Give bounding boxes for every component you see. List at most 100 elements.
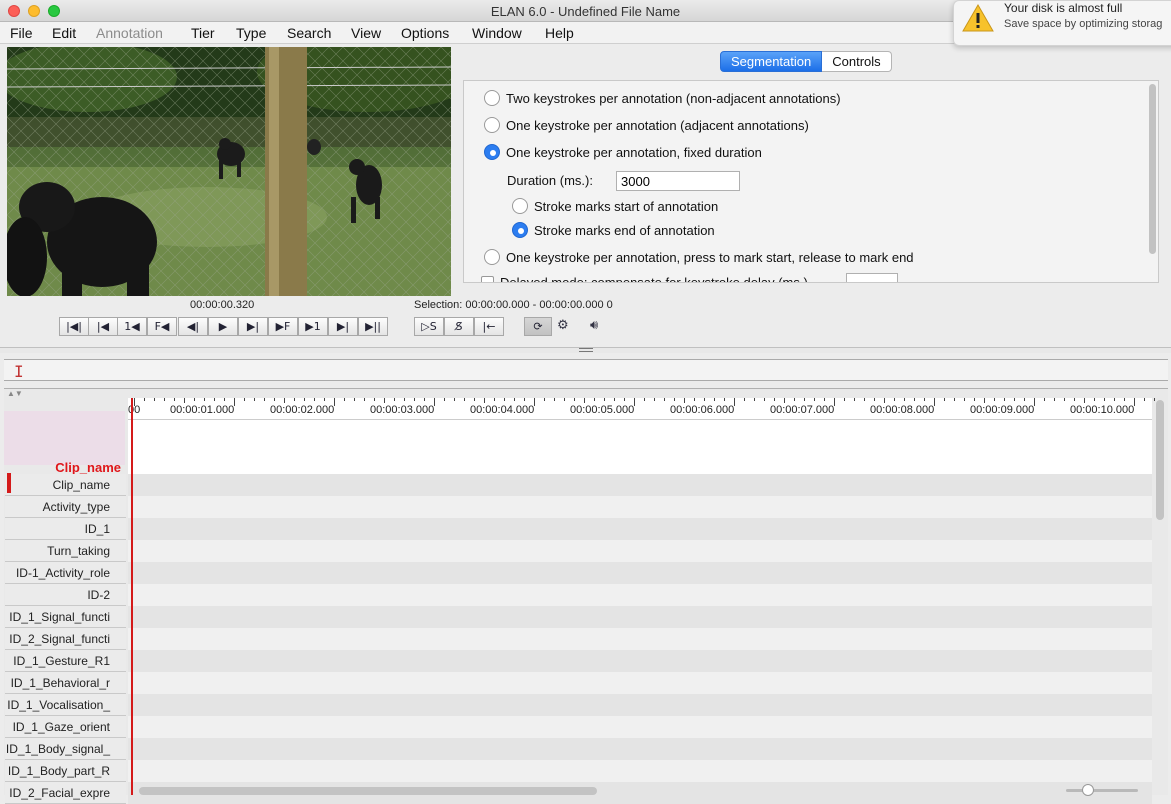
previous-annotation-button[interactable]: ◀| [178,317,208,336]
tier-track[interactable] [128,584,1152,606]
tier-track[interactable] [128,562,1152,584]
ruler-tick-mark [304,398,305,401]
loop-mode-icon[interactable]: ⟳ [524,317,552,336]
zoom-slider-knob[interactable] [1082,784,1094,796]
radio-press-release[interactable] [484,249,500,265]
ruler-tick-mark [1034,398,1035,406]
duration-label: Duration (ms.): [507,173,593,188]
tier-track[interactable] [128,694,1152,716]
timeline-vertical-scrollbar[interactable] [1156,400,1164,520]
tier-row[interactable]: ID_1 [4,518,1152,540]
tier-label: ID-1_Activity_role [15,566,110,580]
menu-annotation[interactable]: Annotation [96,25,163,41]
radio-stroke-start[interactable] [512,198,528,214]
previous-frame-step-button[interactable]: |◀ [88,317,118,336]
tier-track[interactable] [128,760,1152,782]
tier-row[interactable]: Activity_type [4,496,1152,518]
play-button[interactable]: ▶ [208,317,238,336]
menu-window[interactable]: Window [472,25,522,41]
ruler-tick-mark [1064,398,1065,401]
menu-edit[interactable]: Edit [52,25,76,41]
tier-track[interactable] [128,650,1152,672]
clear-selection-button[interactable]: S̸ [444,317,474,336]
ruler-tick-mark [194,398,195,401]
segmentation-scrollbar[interactable] [1149,84,1156,254]
next-annotation-button[interactable]: ▶| [238,317,268,336]
delay-ms-input[interactable] [846,273,898,282]
stroke-start-label: Stroke marks start of annotation [534,199,719,214]
ruler-tick-mark [784,398,785,403]
volume-icon[interactable]: 🔊︎ [590,318,598,333]
ruler-tick-mark [824,398,825,401]
time-ruler[interactable]: 00 00:00:01.000 00:00:02.000 00:00:03.000 00… [128,398,1155,420]
tab-segmentation[interactable]: Segmentation [720,51,823,72]
next-frame-button[interactable]: ▶| [328,317,358,336]
tier-row[interactable]: ID-1_Activity_role [4,562,1152,584]
selection-begin-button[interactable]: |← [474,317,504,336]
tier-track[interactable] [128,496,1152,518]
ruler-tick-mark [424,398,425,401]
active-tier-label-box[interactable]: Clip_name [4,411,125,475]
ruler-tick-mark [284,398,285,403]
signal-viewer-strip[interactable] [4,359,1168,381]
timeline-horizontal-scrollbar[interactable] [139,787,597,795]
second-back-button[interactable]: F◀ [147,317,177,336]
tier-track[interactable] [128,518,1152,540]
radio-stroke-end[interactable] [512,222,528,238]
ruler-tick-mark [814,398,815,401]
play-selection-button[interactable]: ▷S [414,317,444,336]
ruler-tick-mark [204,398,205,401]
disk-full-notification[interactable]: Your disk is almost full Save space by o… [953,0,1171,46]
zoom-slider[interactable] [1066,789,1138,792]
tier-row[interactable]: ID_1_Body_signal_ [4,738,1152,760]
tier-track[interactable] [128,672,1152,694]
tier-track[interactable] [128,474,1152,496]
go-to-end-button[interactable]: ▶|| [358,317,388,336]
radio-one-keystroke-adjacent[interactable] [484,117,500,133]
tier-track[interactable] [128,606,1152,628]
menu-tier[interactable]: Tier [191,25,215,41]
collapse-arrows-icon[interactable]: ▲▼ [7,389,23,398]
tier-label: ID_1_Signal_functi [9,610,110,624]
stroke-end-label: Stroke marks end of annotation [534,223,715,238]
menu-type[interactable]: Type [236,25,266,41]
ruler-tick-mark [564,398,565,401]
delayed-mode-checkbox[interactable] [481,276,494,282]
tier-row[interactable]: Clip_name [4,474,1152,496]
active-tier-track[interactable] [128,420,1152,474]
timeline-viewer[interactable]: ▲▼ 00 00:00:01.000 00:00:02.000 00:00:03.00… [4,388,1168,804]
tier-row[interactable]: ID_1_Gesture_R1 [4,650,1152,672]
splitter-grip-icon[interactable] [579,348,593,352]
menu-view[interactable]: View [351,25,381,41]
tier-track[interactable] [128,738,1152,760]
ruler-tick-label: 00:00:10.000 [1070,404,1135,416]
tier-row[interactable]: ID_1_Gaze_orient [4,716,1152,738]
menu-file[interactable]: File [10,25,33,41]
tier-row[interactable]: ID_1_Signal_functi [4,606,1152,628]
tier-row[interactable]: ID-2 [4,584,1152,606]
second-forward-button[interactable]: ▶F [268,317,298,336]
menu-options[interactable]: Options [401,25,449,41]
ruler-tick-mark [854,398,855,401]
menu-search[interactable]: Search [287,25,331,41]
radio-two-keystrokes[interactable] [484,90,500,106]
menu-help[interactable]: Help [545,25,574,41]
video-frame-image [7,47,451,296]
one-pixel-forward-button[interactable]: ▶1 [298,317,328,336]
radio-one-keystroke-fixed[interactable] [484,144,500,160]
duration-input[interactable] [616,171,740,191]
panel-tabs: Segmentation Controls [720,51,892,72]
tab-controls[interactable]: Controls [822,51,892,72]
tier-row[interactable]: ID_1_Behavioral_r [4,672,1152,694]
tier-track[interactable] [128,716,1152,738]
one-pixel-back-button[interactable]: 1◀ [117,317,147,336]
tier-track[interactable] [128,628,1152,650]
settings-gear-icon[interactable]: ⚙ [557,318,569,333]
tier-row[interactable]: ID_2_Signal_functi [4,628,1152,650]
tier-row[interactable]: ID_1_Body_part_R [4,760,1152,782]
tier-row[interactable]: Turn_taking [4,540,1152,562]
tier-track[interactable] [128,540,1152,562]
video-player[interactable] [7,47,451,296]
go-to-begin-button[interactable]: |◀| [59,317,89,336]
tier-row[interactable]: ID_1_Vocalisation_ [4,694,1152,716]
